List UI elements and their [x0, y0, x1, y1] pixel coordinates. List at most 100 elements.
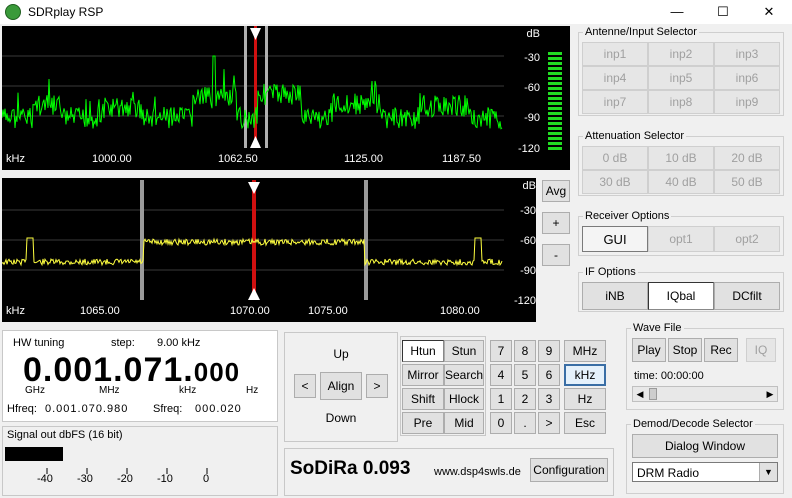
wave-position-slider[interactable]: ◀ ▶: [632, 386, 778, 402]
att-0db-button[interactable]: 0 dB: [582, 146, 648, 170]
key-esc[interactable]: Esc: [564, 412, 606, 434]
key-dot[interactable]: .: [514, 412, 536, 434]
db-label: -90: [524, 112, 540, 124]
key-hz[interactable]: Hz: [564, 388, 606, 410]
configuration-button[interactable]: Configuration: [530, 458, 608, 482]
db-label: -120: [513, 295, 536, 307]
att-30db-button[interactable]: 30 dB: [582, 170, 648, 194]
rec-button[interactable]: Rec: [704, 338, 738, 362]
play-button[interactable]: Play: [632, 338, 666, 362]
maximize-button[interactable]: ☐: [700, 0, 746, 24]
key-2[interactable]: 2: [514, 388, 536, 410]
website-link[interactable]: www.dsp4swls.de: [434, 466, 521, 478]
att-50db-button[interactable]: 50 dB: [714, 170, 780, 194]
hlock-button[interactable]: Hlock: [444, 388, 484, 410]
iqbal-button[interactable]: IQbal: [648, 282, 714, 310]
signal-out-title: Signal out dbFS (16 bit): [7, 429, 123, 441]
dialog-window-button[interactable]: Dialog Window: [632, 434, 778, 458]
signal-out-bar: [5, 447, 63, 461]
freq-label: 1187.50: [442, 153, 481, 165]
key-6[interactable]: 6: [538, 364, 560, 386]
zoom-in-button[interactable]: +: [542, 212, 570, 234]
tuning-display[interactable]: HW tuning step: 9.00 kHz 0.001.071.000 G…: [2, 330, 278, 422]
inp7-button[interactable]: inp7: [582, 90, 648, 114]
right-button[interactable]: >: [366, 374, 388, 398]
demod-select[interactable]: DRM Radio ▼: [632, 462, 778, 482]
minimize-button[interactable]: —: [654, 0, 700, 24]
att-20db-button[interactable]: 20 dB: [714, 146, 780, 170]
key-3[interactable]: 3: [538, 388, 560, 410]
htun-button[interactable]: Htun: [402, 340, 444, 362]
slider-right-arrow[interactable]: ▶: [763, 387, 777, 401]
mirror-button[interactable]: Mirror: [402, 364, 444, 386]
iq-button[interactable]: IQ: [746, 338, 776, 362]
dcfilt-button[interactable]: DCfilt: [714, 282, 780, 310]
stun-button[interactable]: Stun: [444, 340, 484, 362]
db-label: -30: [520, 205, 536, 217]
freq-label: 1062.50: [218, 153, 258, 165]
opt1-button[interactable]: opt1: [648, 226, 714, 252]
unit-mhz: MHz: [99, 385, 120, 396]
sfreq-label: Sfreq:: [153, 403, 183, 415]
freq-khz: 071.: [123, 351, 194, 389]
inb-button[interactable]: iNB: [582, 282, 648, 310]
inp1-button[interactable]: inp1: [582, 42, 648, 66]
filter-left-marker: [140, 180, 144, 300]
demod-select-value: DRM Radio: [637, 466, 700, 480]
attenuation-title: Attenuation Selector: [583, 130, 687, 142]
up-button[interactable]: Up: [288, 340, 394, 368]
key-8[interactable]: 8: [514, 340, 536, 362]
avg-button[interactable]: Avg: [542, 180, 570, 202]
freq-label: 1075.00: [308, 305, 348, 317]
search-button[interactable]: Search: [444, 364, 484, 386]
demod-title: Demod/Decode Selector: [631, 418, 755, 430]
close-button[interactable]: ✕: [746, 0, 792, 24]
chevron-down-icon[interactable]: ▼: [759, 463, 777, 481]
key-7[interactable]: 7: [490, 340, 512, 362]
key-1[interactable]: 1: [490, 388, 512, 410]
slider-thumb[interactable]: [649, 388, 657, 400]
wideband-spectrum-plot[interactable]: [1, 26, 504, 170]
inp2-button[interactable]: inp2: [648, 42, 714, 66]
narrowband-spectrum[interactable]: kHz 1065.00 1070.00 1075.00 1080.00: [1, 178, 504, 322]
inp4-button[interactable]: inp4: [582, 66, 648, 90]
freq-unit: kHz: [6, 305, 25, 317]
title-bar[interactable]: SDRplay RSP — ☐ ✕: [0, 0, 792, 24]
filter-left-marker: [244, 26, 247, 148]
key-mhz[interactable]: MHz: [564, 340, 606, 362]
db-label: -60: [524, 82, 540, 94]
inp5-button[interactable]: inp5: [648, 66, 714, 90]
wideband-spectrum[interactable]: kHz 1000.00 1062.50 1125.00 1187.50: [1, 26, 504, 170]
hw-tuning-label: HW tuning: [13, 337, 65, 349]
frequency-display[interactable]: 0.001.071.000: [23, 351, 240, 391]
gui-button[interactable]: GUI: [582, 226, 648, 252]
inp6-button[interactable]: inp6: [714, 66, 780, 90]
att-40db-button[interactable]: 40 dB: [648, 170, 714, 194]
pre-button[interactable]: Pre: [402, 412, 444, 434]
key-9[interactable]: 9: [538, 340, 560, 362]
opt2-button[interactable]: opt2: [714, 226, 780, 252]
shift-button[interactable]: Shift: [402, 388, 444, 410]
narrowband-spectrum-plot[interactable]: [1, 178, 504, 322]
key-5[interactable]: 5: [514, 364, 536, 386]
db-label: -30: [524, 52, 540, 64]
db-scale-top: dB -30 -60 -90 -120: [504, 26, 540, 170]
zoom-out-button[interactable]: -: [542, 244, 570, 266]
db-scale-bottom: dB -30 -60 -90 -120: [504, 178, 536, 322]
mid-button[interactable]: Mid: [444, 412, 484, 434]
left-button[interactable]: <: [294, 374, 316, 398]
inp8-button[interactable]: inp8: [648, 90, 714, 114]
stop-button[interactable]: Stop: [668, 338, 702, 362]
key-4[interactable]: 4: [490, 364, 512, 386]
down-button[interactable]: Down: [288, 404, 394, 432]
key-next[interactable]: >: [538, 412, 560, 434]
key-khz[interactable]: kHz: [564, 364, 606, 386]
align-button[interactable]: Align: [320, 372, 362, 400]
key-0[interactable]: 0: [490, 412, 512, 434]
inp9-button[interactable]: inp9: [714, 90, 780, 114]
level-bars: [548, 52, 562, 150]
step-value[interactable]: 9.00 kHz: [157, 337, 200, 349]
att-10db-button[interactable]: 10 dB: [648, 146, 714, 170]
slider-left-arrow[interactable]: ◀: [633, 387, 647, 401]
inp3-button[interactable]: inp3: [714, 42, 780, 66]
